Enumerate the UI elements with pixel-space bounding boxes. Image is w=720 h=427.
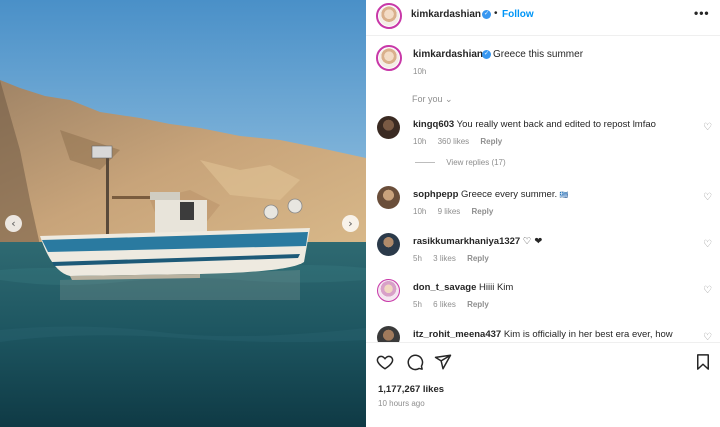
comment-username[interactable]: rasikkumarkhaniya1327 <box>413 236 520 247</box>
comment-likes[interactable]: 9 likes <box>438 207 461 216</box>
like-comment-heart-icon[interactable]: ♡ <box>703 192 712 203</box>
save-bookmark-icon[interactable] <box>694 353 712 371</box>
comment-meta: 10h 9 likes Reply <box>413 207 502 216</box>
comment-line: sophpepp Greece every summer. 🇬🇷 <box>413 189 568 200</box>
previous-photo-button[interactable]: ‹ <box>5 215 22 232</box>
sort-label: For you <box>412 94 443 104</box>
comment-text: Hiiii Kim <box>479 282 514 293</box>
comment-username[interactable]: itz_rohit_meena437 <box>413 329 501 340</box>
commenter-avatar[interactable] <box>377 326 400 342</box>
like-heart-icon[interactable] <box>376 353 394 371</box>
comment-sort-dropdown[interactable]: For you ⌄ <box>412 94 453 105</box>
reply-button[interactable]: Reply <box>467 300 489 309</box>
commenter-avatar[interactable] <box>377 279 400 302</box>
more-options-icon[interactable]: ••• <box>694 6 710 20</box>
view-replies-label: View replies (17) <box>446 158 506 167</box>
post-likes-count[interactable]: 1,177,267 likes <box>378 384 444 395</box>
caption-verified-badge-icon: ✓ <box>482 50 491 59</box>
view-replies-button[interactable]: View replies (17) <box>415 158 506 167</box>
commenter-avatar[interactable] <box>377 186 400 209</box>
comment-line: itz_rohit_meena437 Kim is officially in … <box>413 329 673 340</box>
comment-likes[interactable]: 360 likes <box>438 137 470 146</box>
caption-text: Greece this summer <box>493 49 584 60</box>
share-paper-plane-icon[interactable] <box>434 353 452 371</box>
caption-author-avatar[interactable] <box>376 45 402 71</box>
view-replies-divider <box>415 162 435 164</box>
comment-meta: 5h 6 likes Reply <box>413 300 498 309</box>
comment-bubble-icon[interactable] <box>406 353 424 371</box>
caption-username[interactable]: kimkardashian <box>413 49 483 60</box>
chevron-down-icon: ⌄ <box>445 94 453 104</box>
comment-line: kingq603 You really went back and edited… <box>413 119 656 130</box>
follow-button[interactable]: Follow <box>502 9 534 20</box>
reply-button[interactable]: Reply <box>467 254 489 263</box>
comment-time[interactable]: 10h <box>413 207 426 216</box>
reply-button[interactable]: Reply <box>480 137 502 146</box>
comment-text: Greece every summer. <box>461 189 560 200</box>
post-header: kimkardashian ✓ • Follow ••• <box>366 0 720 36</box>
post-side-panel: kimkardashian ✓ • Follow ••• kimkardashi… <box>366 0 720 427</box>
reply-button[interactable]: Reply <box>472 207 494 216</box>
comment-item: rasikkumarkhaniya1327 ♡ ❤ 5h 3 likes Rep… <box>366 233 720 277</box>
comment-meta: 10h 360 likes Reply <box>413 137 511 146</box>
like-comment-heart-icon[interactable]: ♡ <box>703 285 712 296</box>
commenter-avatar[interactable] <box>377 233 400 256</box>
comment-text: You really went back and edited to repos… <box>456 119 656 130</box>
commenter-avatar[interactable] <box>377 116 400 139</box>
comment-username[interactable]: sophpepp <box>413 189 458 200</box>
comment-item: sophpepp Greece every summer. 🇬🇷 10h 9 l… <box>366 186 720 230</box>
comment-time[interactable]: 5h <box>413 300 422 309</box>
comment-time[interactable]: 5h <box>413 254 422 263</box>
comment-item: itz_rohit_meena437 Kim is officially in … <box>366 326 720 342</box>
author-username[interactable]: kimkardashian <box>411 9 481 20</box>
author-avatar[interactable] <box>376 3 402 29</box>
comment-likes[interactable]: 3 likes <box>433 254 456 263</box>
comment-text: ♡ ❤ <box>522 236 543 247</box>
comment-line: don_t_savage Hiiii Kim <box>413 282 513 293</box>
comment-item: don_t_savage Hiiii Kim 5h 6 likes Reply … <box>366 279 720 323</box>
comment-line: rasikkumarkhaniya1327 ♡ ❤ <box>413 236 542 247</box>
like-comment-heart-icon[interactable]: ♡ <box>703 239 712 250</box>
post-photo[interactable]: ‹ › <box>0 0 366 427</box>
post-timestamp[interactable]: 10 hours ago <box>378 399 425 408</box>
comment-likes[interactable]: 6 likes <box>433 300 456 309</box>
comment-item: kingq603 You really went back and edited… <box>366 116 720 160</box>
caption-time[interactable]: 10h <box>413 67 426 76</box>
comment-text: Kim is officially in her best era ever, … <box>503 329 673 340</box>
like-comment-heart-icon[interactable]: ♡ <box>703 122 712 133</box>
greece-flag-emoji-icon: 🇬🇷 <box>559 192 569 199</box>
like-comment-heart-icon[interactable]: ♡ <box>703 332 712 342</box>
comment-username[interactable]: kingq603 <box>413 119 454 130</box>
comment-meta: 5h 3 likes Reply <box>413 254 498 263</box>
next-photo-button[interactable]: › <box>342 215 359 232</box>
comment-username[interactable]: don_t_savage <box>413 282 476 293</box>
post-action-bar: 1,177,267 likes 10 hours ago <box>366 342 720 426</box>
comment-time[interactable]: 10h <box>413 137 426 146</box>
header-separator: • <box>494 8 498 19</box>
verified-badge-icon: ✓ <box>482 10 491 19</box>
boat-photo-image <box>0 0 366 427</box>
